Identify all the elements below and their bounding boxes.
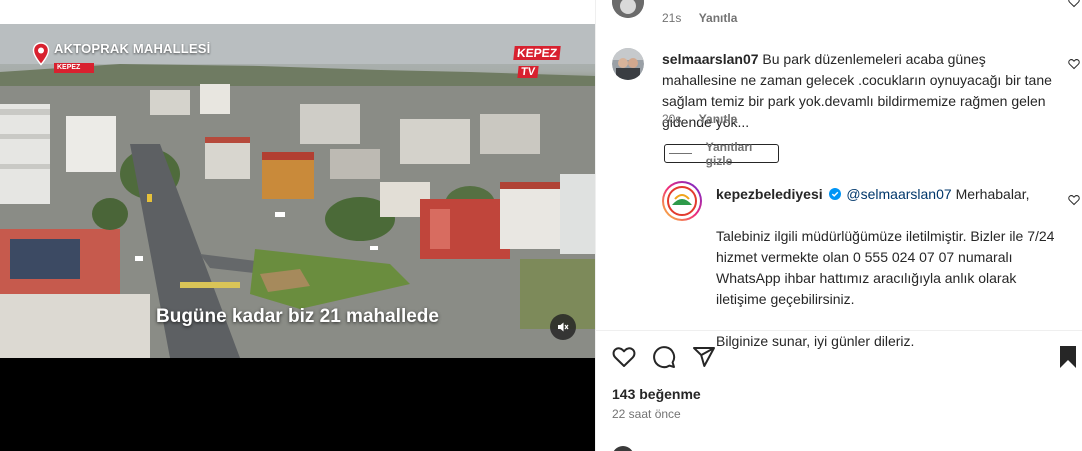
comment-time: 20s	[662, 112, 682, 126]
comment-time: 21s	[662, 11, 682, 25]
reply-paragraph-1: Talebiniz ilgili müdürlüğümüze iletilmiş…	[716, 228, 1055, 307]
video-player[interactable]: AKTOPRAK MAHALLESİ KEPEZ KEPEZ TV Bugüne…	[0, 24, 595, 358]
post-actions	[612, 345, 716, 369]
speaker-muted-icon	[558, 322, 569, 332]
avatar[interactable]	[612, 48, 644, 80]
user-avatar-image	[612, 0, 644, 18]
comment-username[interactable]: selmaarslan07	[662, 51, 759, 67]
reply-button[interactable]: Yanıtla	[699, 11, 738, 25]
likes-count[interactable]: 143 beğenme	[612, 386, 701, 402]
logo-text-bottom: TV	[517, 66, 539, 78]
location-name: AKTOPRAK MAHALLESİ	[54, 41, 211, 56]
reply-mention[interactable]: @selmaarslan07	[846, 186, 951, 202]
post-media: AKTOPRAK MAHALLESİ KEPEZ KEPEZ TV Bugüne…	[0, 0, 595, 451]
section-divider	[596, 330, 1082, 331]
reply-button[interactable]: Yanıtla	[699, 112, 738, 126]
current-user-avatar	[612, 446, 634, 451]
avatar[interactable]	[612, 0, 644, 18]
comment-like-heart-icon[interactable]	[1068, 194, 1080, 206]
verified-badge-icon	[828, 188, 841, 200]
kepez-logo-avatar	[664, 183, 700, 219]
media-top-gap	[0, 0, 595, 24]
user-avatar-image	[612, 48, 644, 80]
reply-greeting: Merhabalar,	[955, 186, 1030, 202]
comment-meta: 20s Yanıtla	[662, 112, 737, 126]
kepez-tv-logo: KEPEZ TV	[513, 44, 564, 78]
post-timestamp[interactable]: 22 saat önce	[612, 407, 681, 421]
share-icon[interactable]	[692, 345, 716, 369]
mute-toggle-button[interactable]	[550, 314, 576, 340]
logo-text-top: KEPEZ	[513, 46, 561, 60]
heart-icon[interactable]	[612, 345, 636, 369]
location-district: KEPEZ	[54, 63, 95, 73]
location-pin-icon	[32, 42, 50, 66]
comments-panel: 21s Yanıtla selmaarslan07 Bu park düzenl…	[595, 0, 1082, 451]
avatar[interactable]	[662, 181, 702, 221]
hide-replies-line	[669, 153, 692, 154]
video-caption: Bugüne kadar biz 21 mahallede	[156, 306, 439, 327]
reply-body: kepezbelediyesi @selmaarslan07 Merhabala…	[716, 184, 1061, 352]
comment-icon[interactable]	[652, 345, 676, 369]
comment-like-heart-icon[interactable]	[1068, 0, 1080, 8]
comment-meta: 21s Yanıtla	[662, 11, 737, 25]
hide-replies-button[interactable]: Yanıtları gizle	[664, 140, 779, 168]
bookmark-filled-icon[interactable]	[1058, 345, 1078, 369]
hide-replies-label: Yanıtları gizle	[705, 139, 753, 168]
reply-username[interactable]: kepezbelediyesi	[716, 186, 823, 202]
comment-like-heart-icon[interactable]	[1068, 58, 1080, 70]
reply-paragraph-2: Bilginize sunar, iyi günler dileriz.	[716, 333, 915, 349]
location-badge: AKTOPRAK MAHALLESİ KEPEZ	[32, 42, 210, 74]
